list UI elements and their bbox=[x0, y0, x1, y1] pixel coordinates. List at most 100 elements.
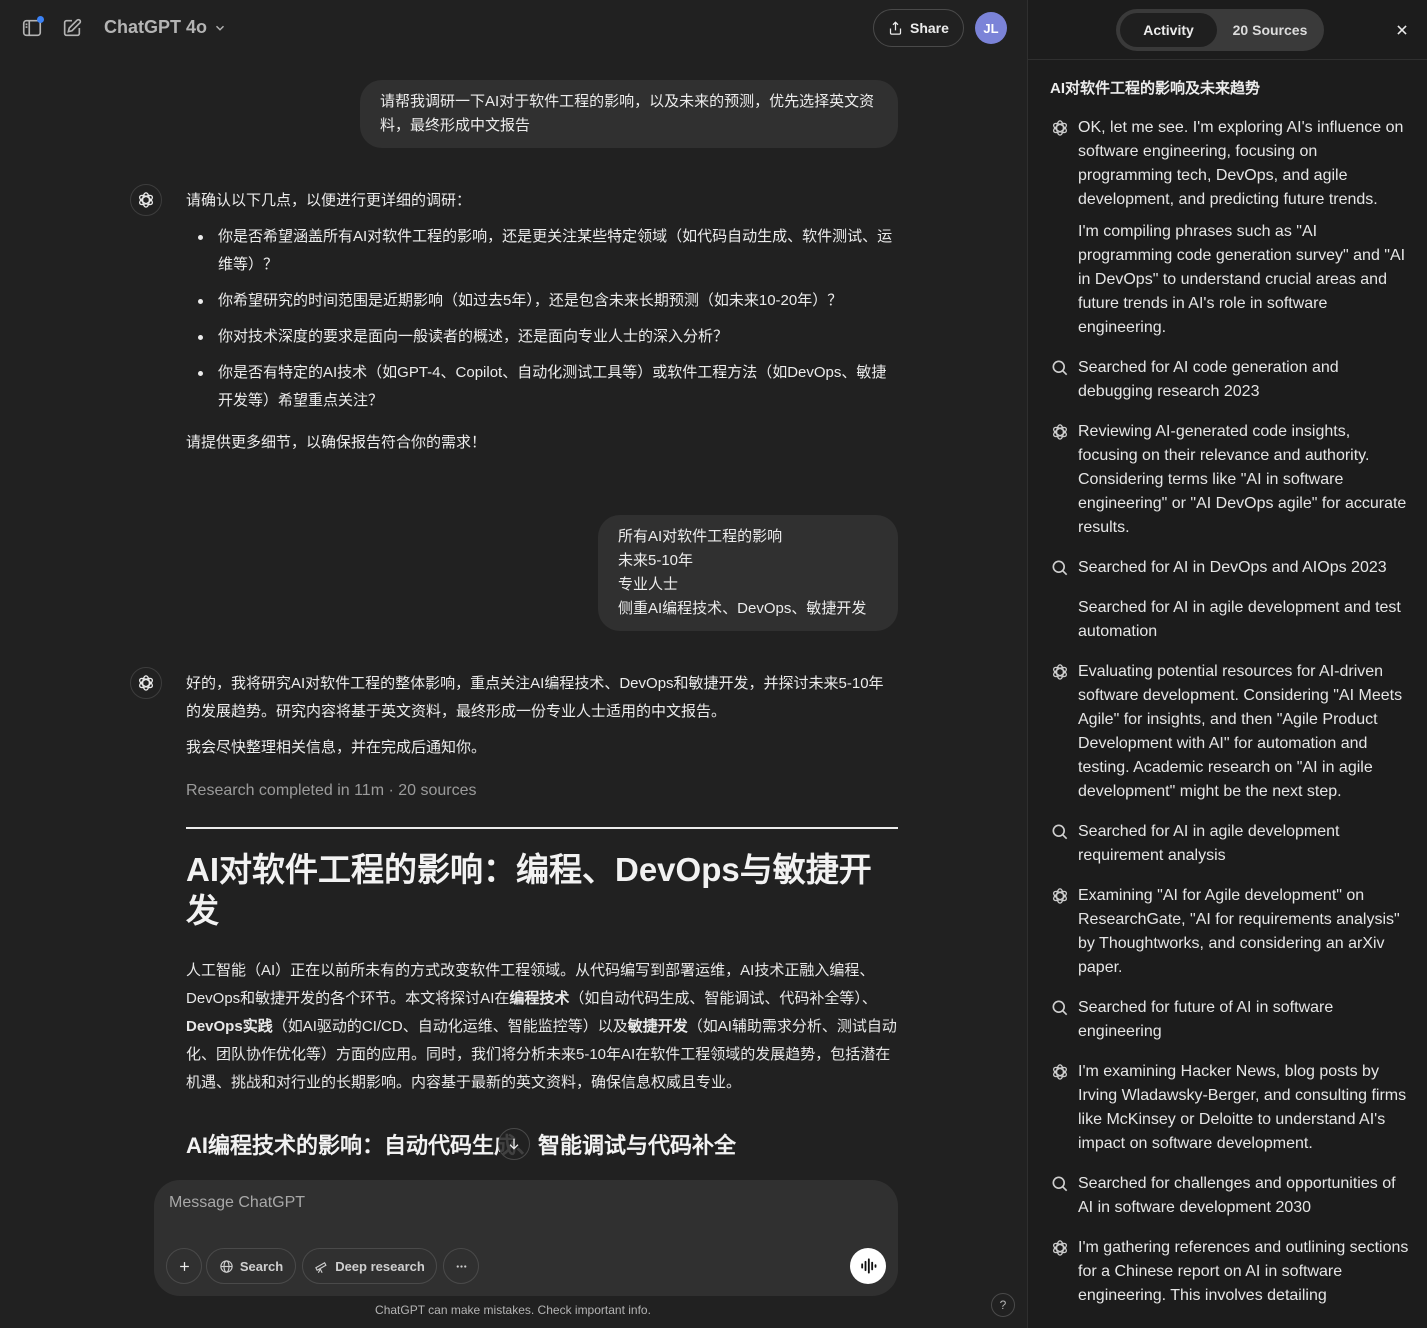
report-text: （如自动代码生成、智能调试、代码补全等）、 bbox=[569, 990, 877, 1007]
search-icon bbox=[1050, 1174, 1070, 1194]
search-icon bbox=[1050, 998, 1070, 1018]
assistant-message: 请确认以下几点，以便进行更详细的调研： 你是否希望涵盖所有AI对软件工程的影响，… bbox=[186, 187, 898, 457]
activity-text: OK, let me see. I'm exploring AI's influ… bbox=[1078, 119, 1404, 208]
activity-item: Searched for AI in agile development and… bbox=[1050, 596, 1410, 644]
activity-item: Searched for AI code generation and debu… bbox=[1050, 356, 1410, 404]
avatar[interactable]: JL bbox=[975, 12, 1007, 44]
openai-logo-icon bbox=[1050, 886, 1070, 906]
message-line: 侧重AI编程技术、DevOps、敏捷开发 bbox=[618, 600, 867, 617]
activity-item: Searched for challenges and opportunitie… bbox=[1050, 1172, 1410, 1220]
activity-text: Searched for AI code generation and debu… bbox=[1078, 359, 1339, 400]
activity-text: Searched for future of AI in software en… bbox=[1078, 999, 1334, 1040]
activity-item: Searched for future of AI in software en… bbox=[1050, 996, 1410, 1044]
search-icon bbox=[1050, 358, 1070, 378]
activity-list: OK, let me see. I'm exploring AI's influ… bbox=[1050, 116, 1410, 1324]
activity-item: Evaluating potential resources for AI-dr… bbox=[1050, 660, 1410, 804]
activity-text: Searched for AI in DevOps and AIOps 2023 bbox=[1078, 559, 1387, 576]
list-item: 你是否有特定的AI技术（如GPT-4、Copilot、自动化测试工具等）或软件工… bbox=[186, 359, 898, 415]
message-line: 所有AI对软件工程的影响 bbox=[618, 528, 783, 545]
report-bold: 编程技术 bbox=[509, 990, 570, 1007]
assistant-avatar bbox=[130, 667, 162, 699]
list-item: 你是否希望涵盖所有AI对软件工程的影响，还是更关注某些特定领域（如代码自动生成、… bbox=[186, 223, 898, 279]
tab-activity[interactable]: Activity bbox=[1120, 13, 1217, 47]
close-icon bbox=[1397, 25, 1407, 35]
activity-item: Searched for AI in DevOps and AIOps 2023 bbox=[1050, 556, 1410, 580]
activity-text: I'm examining Hacker News, blog posts by… bbox=[1078, 1063, 1407, 1152]
search-label: Search bbox=[239, 1258, 284, 1274]
scroll-to-bottom-button[interactable] bbox=[498, 1128, 530, 1160]
list-item: 你对技术深度的要求是面向一般读者的概述，还是面向专业人士的深入分析？ bbox=[186, 323, 898, 351]
chat-main: ChatGPT 4o Share JL 请帮我调研一下AI对于软件工程的影响，以… bbox=[0, 0, 1027, 1328]
help-button[interactable]: ? bbox=[991, 1293, 1015, 1317]
share-icon bbox=[889, 20, 902, 35]
globe-icon bbox=[220, 1259, 233, 1273]
attach-button[interactable] bbox=[166, 1248, 202, 1284]
assistant-avatar bbox=[130, 184, 162, 216]
openai-logo-icon bbox=[139, 675, 153, 691]
panel-header: Activity 20 Sources bbox=[1028, 0, 1427, 60]
openai-logo-icon bbox=[1050, 662, 1070, 682]
divider bbox=[186, 827, 898, 829]
assistant-paragraph: 好的，我将研究AI对软件工程的整体影响，重点关注AI编程技术、DevOps和敏捷… bbox=[186, 675, 884, 720]
telescope-icon bbox=[315, 1261, 327, 1273]
chevron-down-icon bbox=[216, 25, 225, 31]
panel-tabs: Activity 20 Sources bbox=[1116, 9, 1324, 51]
more-horizontal-icon bbox=[456, 1264, 466, 1268]
more-tools-button[interactable] bbox=[443, 1248, 479, 1284]
message-input[interactable] bbox=[169, 1194, 829, 1212]
deep-research-button[interactable]: Deep research bbox=[302, 1248, 437, 1284]
activity-text: Evaluating potential resources for AI-dr… bbox=[1078, 663, 1403, 800]
report-title: AI对软件工程的影响：编程、DevOps与敏捷开发 bbox=[186, 851, 872, 929]
voice-mode-button[interactable] bbox=[850, 1248, 886, 1284]
notification-dot bbox=[37, 16, 44, 23]
report-text: （如AI驱动的CI/CD、自动化运维、智能监控等）以及 bbox=[272, 1018, 628, 1035]
research-status[interactable]: Research completed in 11m · 20 sources bbox=[186, 779, 898, 803]
activity-text: I'm compiling phrases such as "AI progra… bbox=[1078, 223, 1406, 336]
share-label: Share bbox=[910, 20, 949, 36]
openai-logo-icon bbox=[1050, 1062, 1070, 1082]
sidebar-toggle-button[interactable] bbox=[20, 16, 44, 40]
assistant-paragraph: 我会尽快整理相关信息，并在完成后通知你。 bbox=[186, 739, 487, 756]
activity-text: Examining "AI for Agile development" on … bbox=[1078, 887, 1400, 976]
activity-item: Examining "AI for Agile development" on … bbox=[1050, 884, 1410, 980]
list-item: 你希望研究的时间范围是近期影响（如过去5年），还是包含未来长期预测（如未来10-… bbox=[186, 287, 898, 315]
activity-text: Reviewing AI-generated code insights, fo… bbox=[1078, 423, 1407, 536]
plus-icon bbox=[179, 1261, 189, 1271]
panel-title: AI对软件工程的影响及未来趋势 bbox=[1050, 80, 1261, 97]
assistant-closing: 请提供更多细节，以确保报告符合你的需求！ bbox=[186, 434, 487, 451]
tab-sources[interactable]: 20 Sources bbox=[1220, 13, 1320, 47]
report-bold: DevOps实践 bbox=[186, 1018, 273, 1035]
model-name: ChatGPT 4o bbox=[104, 17, 208, 37]
disclaimer: ChatGPT can make mistakes. Check importa… bbox=[375, 1303, 651, 1317]
close-panel-button[interactable] bbox=[1392, 20, 1412, 40]
share-button[interactable]: Share bbox=[873, 9, 964, 47]
activity-text: I'm gathering references and outlining s… bbox=[1078, 1239, 1409, 1304]
report-section-heading: AI编程技术的影响：自动代码生成、智能调试与代码补全 bbox=[186, 1133, 737, 1158]
activity-item: I'm examining Hacker News, blog posts by… bbox=[1050, 1060, 1410, 1156]
message-line: 未来5-10年 bbox=[618, 552, 694, 569]
activity-text: Searched for challenges and opportunitie… bbox=[1078, 1175, 1396, 1216]
search-icon bbox=[1050, 822, 1070, 842]
openai-logo-icon bbox=[1050, 1238, 1070, 1258]
openai-logo-icon bbox=[1050, 422, 1070, 442]
activity-item: I'm gathering references and outlining s… bbox=[1050, 1236, 1410, 1308]
edit-icon bbox=[63, 18, 82, 37]
composer: Search Deep research bbox=[154, 1180, 898, 1296]
openai-logo-icon bbox=[139, 192, 153, 208]
activity-item: OK, let me see. I'm exploring AI's influ… bbox=[1050, 116, 1410, 340]
assistant-message: 好的，我将研究AI对软件工程的整体影响，重点关注AI编程技术、DevOps和敏捷… bbox=[186, 670, 898, 1161]
activity-text: Searched for AI in agile development req… bbox=[1078, 823, 1340, 864]
activity-text: Searched for AI in agile development and… bbox=[1078, 599, 1401, 640]
voice-waveform-icon bbox=[861, 1258, 877, 1274]
top-bar: ChatGPT 4o Share JL bbox=[0, 0, 1027, 58]
search-button[interactable]: Search bbox=[206, 1248, 296, 1284]
message-line: 专业人士 bbox=[618, 576, 679, 593]
new-chat-button[interactable] bbox=[60, 16, 84, 40]
report-bold: 敏捷开发 bbox=[627, 1018, 688, 1035]
report-intro: 人工智能（AI）正在以前所未有的方式改变软件工程领域。从代码编写到部署运维，AI… bbox=[186, 957, 898, 1097]
user-message: 所有AI对软件工程的影响 未来5-10年 专业人士 侧重AI编程技术、DevOp… bbox=[598, 515, 898, 631]
search-icon bbox=[1050, 558, 1070, 578]
activity-panel: Activity 20 Sources AI对软件工程的影响及未来趋势 OK, … bbox=[1027, 0, 1427, 1328]
model-selector[interactable]: ChatGPT 4o bbox=[104, 17, 227, 38]
assistant-intro: 请确认以下几点，以便进行更详细的调研： bbox=[186, 192, 472, 209]
